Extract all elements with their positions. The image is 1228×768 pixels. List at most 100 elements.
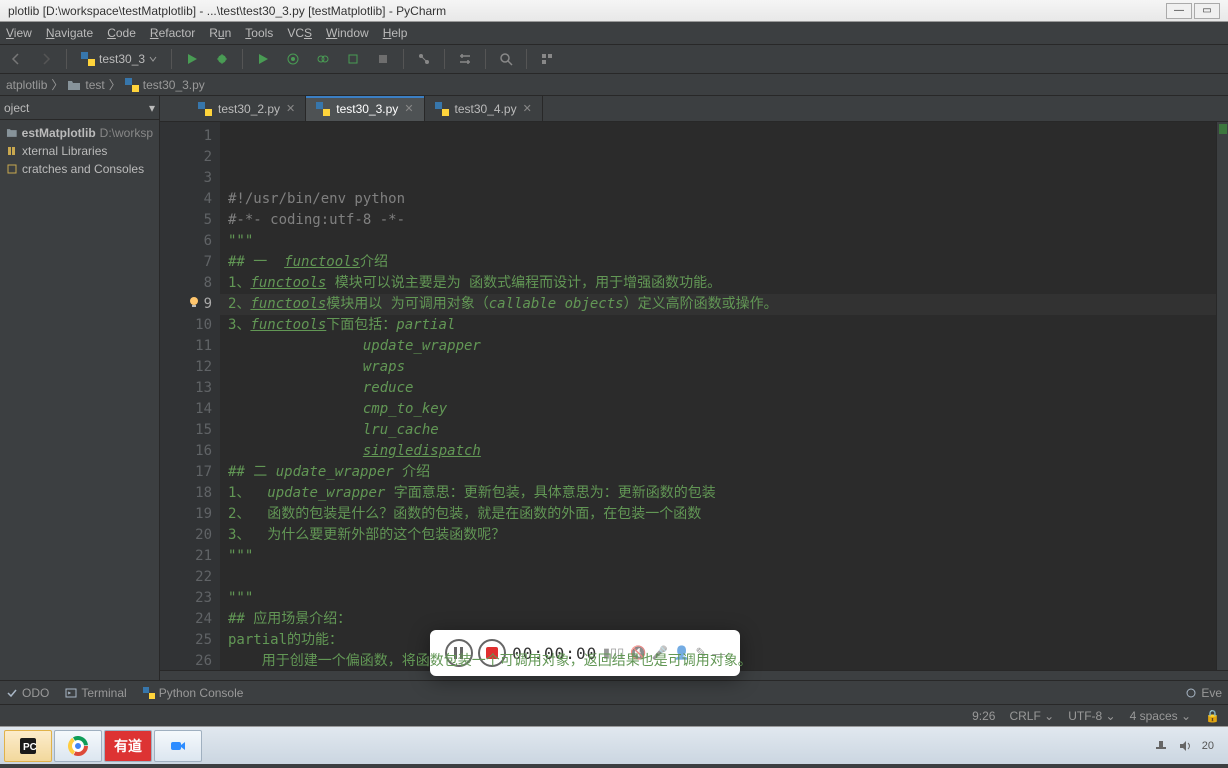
breadcrumb-root[interactable]: atplotlib [6, 78, 47, 92]
menu-view[interactable]: View [6, 26, 32, 40]
editor-area: test30_2.py ✕ test30_3.py ✕ test30_4.py … [160, 96, 1228, 680]
python-file-icon [198, 102, 212, 116]
indent-indicator[interactable]: 4 spaces ⌄ [1130, 709, 1191, 723]
close-icon[interactable]: ✕ [404, 102, 413, 115]
editor-tab-test30-4[interactable]: test30_4.py ✕ [425, 96, 543, 121]
search-everywhere-button[interactable] [494, 47, 518, 71]
chevron-right-icon: 〉 [109, 76, 121, 93]
menu-run[interactable]: Run [209, 26, 231, 40]
menu-tools[interactable]: Tools [245, 26, 273, 40]
stop-button[interactable] [371, 47, 395, 71]
python-file-icon [316, 102, 330, 116]
cursor-position[interactable]: 9:26 [972, 709, 995, 723]
folder-icon [67, 78, 81, 92]
terminal-tool-button[interactable]: Terminal [65, 686, 126, 700]
python-console-label: Python Console [159, 686, 244, 700]
editor-tab-test30-2[interactable]: test30_2.py ✕ [188, 96, 306, 121]
project-root-path: D:\worksp [100, 126, 153, 140]
error-stripe-indicator [1219, 124, 1227, 134]
editor-tab-test30-3[interactable]: test30_3.py ✕ [306, 96, 424, 121]
chevron-down-icon [149, 55, 157, 63]
external-libraries-node[interactable]: xternal Libraries [2, 142, 157, 160]
editor-gutter[interactable]: 1234567891011121314151617181920212223242… [160, 122, 220, 670]
external-libraries-label: xternal Libraries [22, 144, 107, 158]
project-tool-window: oject ▾ estMatplotlib D:\worksp xternal … [0, 96, 160, 680]
todo-label: ODO [22, 686, 49, 700]
taskbar-chrome[interactable] [54, 730, 102, 762]
taskbar-zoom[interactable] [154, 730, 202, 762]
svg-text:PC: PC [23, 742, 37, 753]
project-panel-header[interactable]: oject ▾ [0, 96, 159, 120]
folder-icon [6, 127, 18, 139]
todo-tool-button[interactable]: ODO [6, 686, 49, 700]
python-console-tool-button[interactable]: Python Console [143, 686, 244, 700]
main-menu-bar: View Navigate Code Refactor Run Tools VC… [0, 22, 1228, 44]
project-root-label: estMatplotlib [22, 126, 96, 140]
menu-help[interactable]: Help [383, 26, 408, 40]
nav-back-button[interactable] [4, 47, 28, 71]
run-config-label: test30_3 [99, 52, 145, 66]
tray-sound-icon[interactable] [1178, 739, 1192, 753]
tray-clock[interactable]: 20 [1202, 740, 1214, 752]
terminal-icon [65, 687, 77, 699]
structure-button[interactable] [535, 47, 559, 71]
scratch-icon [6, 163, 18, 175]
intention-bulb-icon[interactable] [188, 296, 200, 308]
python-file-icon [435, 102, 449, 116]
editor-tab-row: test30_2.py ✕ test30_3.py ✕ test30_4.py … [160, 96, 1228, 122]
event-log-label: Eve [1201, 686, 1222, 700]
event-icon [1185, 687, 1197, 699]
menu-refactor[interactable]: Refactor [150, 26, 195, 40]
run-button[interactable] [180, 47, 204, 71]
bottom-tool-window-bar: ODO Terminal Python Console Eve [0, 680, 1228, 704]
attach-button[interactable] [341, 47, 365, 71]
concurrency-button[interactable] [311, 47, 335, 71]
breadcrumb-file[interactable]: test30_3.py [143, 78, 205, 92]
python-icon [143, 687, 155, 699]
taskbar-youdao[interactable]: 有道 [104, 730, 152, 762]
debug-button[interactable] [210, 47, 234, 71]
chevron-down-icon: ⌄ [1106, 709, 1116, 723]
project-root-node[interactable]: estMatplotlib D:\worksp [2, 124, 157, 142]
run-config-selector[interactable]: test30_3 [75, 52, 163, 66]
chevron-right-icon: 〉 [51, 76, 63, 93]
lock-icon[interactable]: 🔒 [1205, 709, 1220, 723]
file-encoding-indicator[interactable]: UTF-8 ⌄ [1068, 709, 1115, 723]
project-panel-title: oject [4, 101, 29, 115]
window-maximize-button[interactable]: ▭ [1194, 3, 1220, 19]
breadcrumb: atplotlib 〉 test 〉 test30_3.py [0, 74, 1228, 96]
todo-icon [6, 687, 18, 699]
tab-label: test30_2.py [218, 102, 280, 116]
coverage-button[interactable] [251, 47, 275, 71]
profile-button[interactable] [281, 47, 305, 71]
taskbar-pycharm[interactable]: PC [4, 730, 52, 762]
event-log-tool-button[interactable]: Eve [1185, 686, 1222, 700]
error-stripe[interactable] [1216, 122, 1228, 670]
window-title-bar: plotlib [D:\workspace\testMatplotlib] - … [0, 0, 1228, 22]
chevron-down-icon: ▾ [149, 101, 155, 115]
python-file-icon [125, 78, 139, 92]
git-button[interactable] [412, 47, 436, 71]
nav-forward-button[interactable] [34, 47, 58, 71]
python-file-icon [81, 52, 95, 66]
close-icon[interactable]: ✕ [523, 102, 532, 115]
editor-content[interactable]: #!/usr/bin/env python #-*- coding:utf-8 … [220, 122, 1216, 670]
ide-settings-button[interactable] [453, 47, 477, 71]
menu-window[interactable]: Window [326, 26, 369, 40]
breadcrumb-folder[interactable]: test [85, 78, 104, 92]
terminal-label: Terminal [81, 686, 126, 700]
menu-vcs[interactable]: VCS [287, 26, 312, 40]
tray-network-icon[interactable] [1154, 739, 1168, 753]
close-icon[interactable]: ✕ [286, 102, 295, 115]
menu-navigate[interactable]: Navigate [46, 26, 93, 40]
chevron-down-icon: ⌄ [1044, 709, 1054, 723]
scratches-label: cratches and Consoles [22, 162, 144, 176]
library-icon [6, 145, 18, 157]
line-separator-indicator[interactable]: CRLF ⌄ [1009, 709, 1054, 723]
tab-label: test30_4.py [455, 102, 517, 116]
window-minimize-button[interactable]: — [1166, 3, 1192, 19]
main-toolbar: test30_3 [0, 44, 1228, 74]
scratches-node[interactable]: cratches and Consoles [2, 160, 157, 178]
window-title: plotlib [D:\workspace\testMatplotlib] - … [8, 4, 446, 18]
menu-code[interactable]: Code [107, 26, 136, 40]
